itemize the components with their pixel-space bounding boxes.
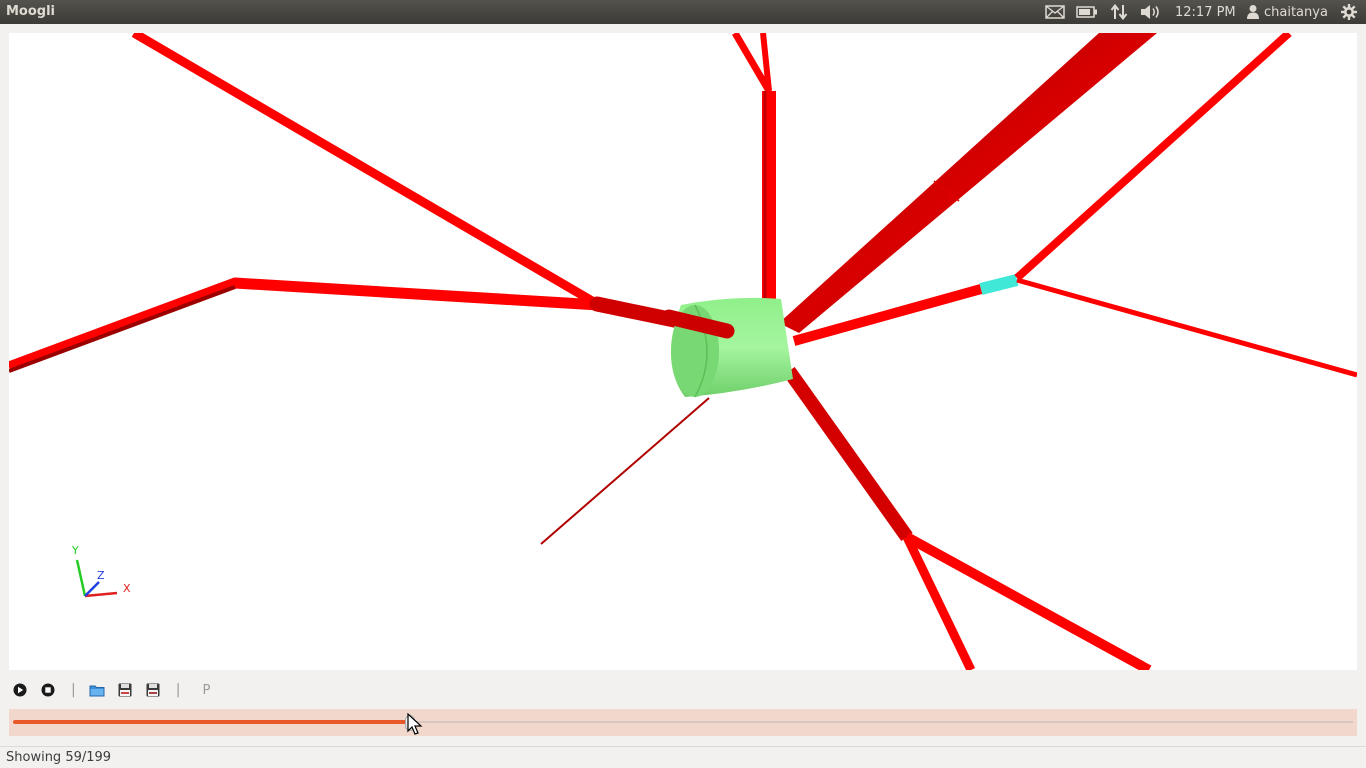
play-icon <box>13 683 27 697</box>
envelope-icon <box>1045 5 1065 19</box>
p-button[interactable]: P <box>202 683 210 698</box>
mail-indicator[interactable] <box>1045 0 1065 24</box>
dendrite-left-shade <box>9 285 236 373</box>
username: chaitanya <box>1264 4 1328 20</box>
person-icon <box>1247 5 1259 19</box>
save-avi-button[interactable] <box>142 679 164 701</box>
dendrite-right-lower <box>1016 277 1357 378</box>
stop-button[interactable] <box>37 679 59 701</box>
save-png-icon <box>118 683 132 697</box>
frame-slider[interactable] <box>9 709 1357 736</box>
gear-icon <box>1341 4 1357 20</box>
user-menu[interactable]: chaitanya <box>1246 0 1328 24</box>
neuron-scene[interactable]: Y Z X <box>9 33 1357 670</box>
axes-gizmo: Y Z X <box>71 544 131 598</box>
slider-fill <box>13 720 411 724</box>
active-compartment <box>979 274 1019 295</box>
toolbar-separator: | <box>71 682 76 698</box>
axis-label-x: X <box>123 582 131 595</box>
toolbar-separator-2: | <box>175 682 181 698</box>
play-button[interactable] <box>9 679 31 701</box>
save-avi-icon <box>146 683 160 697</box>
network-indicator[interactable] <box>1110 0 1128 24</box>
speaker-icon <box>1141 5 1159 19</box>
open-file-button[interactable] <box>86 679 108 701</box>
save-png-button[interactable] <box>114 679 136 701</box>
stop-icon <box>41 683 55 697</box>
dendrite-upper-left <box>131 33 602 309</box>
status-bar: Showing 59/199 <box>0 746 1366 768</box>
top-panel: Moogli 12:17 PM chaitanya <box>0 0 1366 24</box>
session-menu[interactable] <box>1340 0 1358 24</box>
dendrite-right-upper <box>1014 33 1292 281</box>
folder-open-icon <box>89 685 105 696</box>
dendrite-thin <box>540 397 710 545</box>
3d-viewport[interactable]: Y Z X <box>9 33 1357 670</box>
toolbar: | | P <box>9 678 1357 702</box>
dendrite-lower-right-trunk <box>783 366 913 542</box>
dendrite-left-branch <box>9 277 600 373</box>
mouse-cursor-icon <box>407 713 423 735</box>
status-text: Showing 59/199 <box>6 750 112 765</box>
axis-label-y: Y <box>71 544 79 557</box>
volume-indicator[interactable] <box>1140 0 1162 24</box>
battery-icon <box>1076 6 1097 18</box>
clock-indicator[interactable]: 12:17 PM <box>1175 0 1236 24</box>
battery-indicator[interactable] <box>1076 0 1098 24</box>
axis-label-z: Z <box>97 569 105 582</box>
network-updown-icon <box>1110 4 1128 20</box>
clock: 12:17 PM <box>1175 4 1236 20</box>
soma[interactable] <box>670 297 793 398</box>
app-title: Moogli <box>6 4 56 19</box>
